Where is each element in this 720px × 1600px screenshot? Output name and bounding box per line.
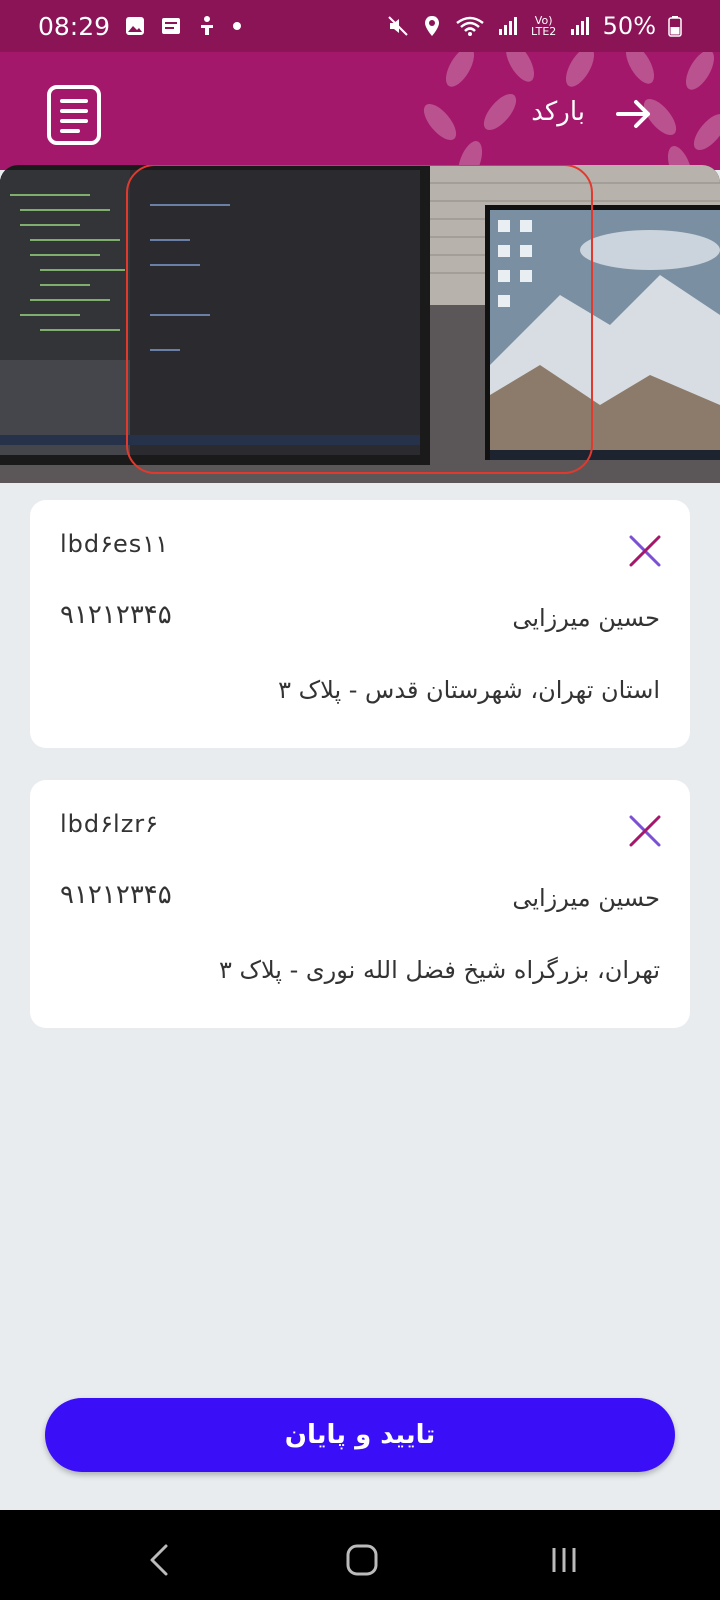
- remove-x-icon[interactable]: [628, 814, 662, 848]
- signal-icon-2: [570, 17, 589, 35]
- confirm-finish-button[interactable]: تایید و پایان: [45, 1398, 675, 1472]
- nav-back-icon[interactable]: [140, 1540, 180, 1580]
- customer-name: حسین میرزایی: [512, 604, 660, 632]
- order-phone: ۹۱۲۱۲۳۴۵: [60, 880, 172, 910]
- status-left: 08:29: [38, 12, 242, 41]
- status-bar: 08:29 Vo) LTE2 50%: [0, 0, 720, 52]
- app-header: بارکد: [0, 52, 720, 170]
- order-code: lbd۶lzr۶: [60, 810, 159, 838]
- wifi-icon: [455, 16, 484, 36]
- order-code: lbd۶es۱۱: [60, 530, 169, 558]
- battery-icon: [668, 16, 682, 37]
- remove-x-icon[interactable]: [628, 534, 662, 568]
- mute-icon: [387, 16, 408, 36]
- order-card: lbd۶es۱۱ ۹۱۲۱۲۳۴۵ حسین میرزایی استان تهر…: [30, 500, 690, 748]
- order-address: تهران، بزرگراه شیخ فضل الله نوری - پلاک …: [218, 956, 660, 984]
- network-type: Vo) LTE2: [531, 14, 557, 38]
- customer-name: حسین میرزایی: [512, 884, 660, 912]
- battery-percent: 50%: [602, 12, 656, 40]
- page-title: بارکد: [531, 97, 585, 127]
- system-nav-bar: [0, 1510, 720, 1600]
- status-right: Vo) LTE2 50%: [387, 12, 682, 40]
- location-icon: [424, 16, 439, 36]
- accessibility-icon: [201, 16, 214, 35]
- signal-icon: [498, 17, 517, 35]
- barcode-camera-preview[interactable]: [0, 165, 720, 483]
- back-arrow-icon[interactable]: [614, 94, 654, 134]
- order-phone: ۹۱۲۱۲۳۴۵: [60, 600, 172, 630]
- order-card: lbd۶lzr۶ ۹۱۲۱۲۳۴۵ حسین میرزایی تهران، بز…: [30, 780, 690, 1028]
- gallery-icon: [126, 17, 145, 35]
- order-address: استان تهران، شهرستان قدس - پلاک ۳: [278, 676, 660, 704]
- camera-scene: [0, 165, 720, 483]
- notification-dot-icon: [233, 22, 242, 30]
- status-time: 08:29: [38, 11, 111, 41]
- list-icon[interactable]: [46, 84, 102, 146]
- nav-recents-icon[interactable]: [544, 1540, 584, 1580]
- message-icon: [162, 18, 181, 34]
- nav-home-icon[interactable]: [342, 1540, 382, 1580]
